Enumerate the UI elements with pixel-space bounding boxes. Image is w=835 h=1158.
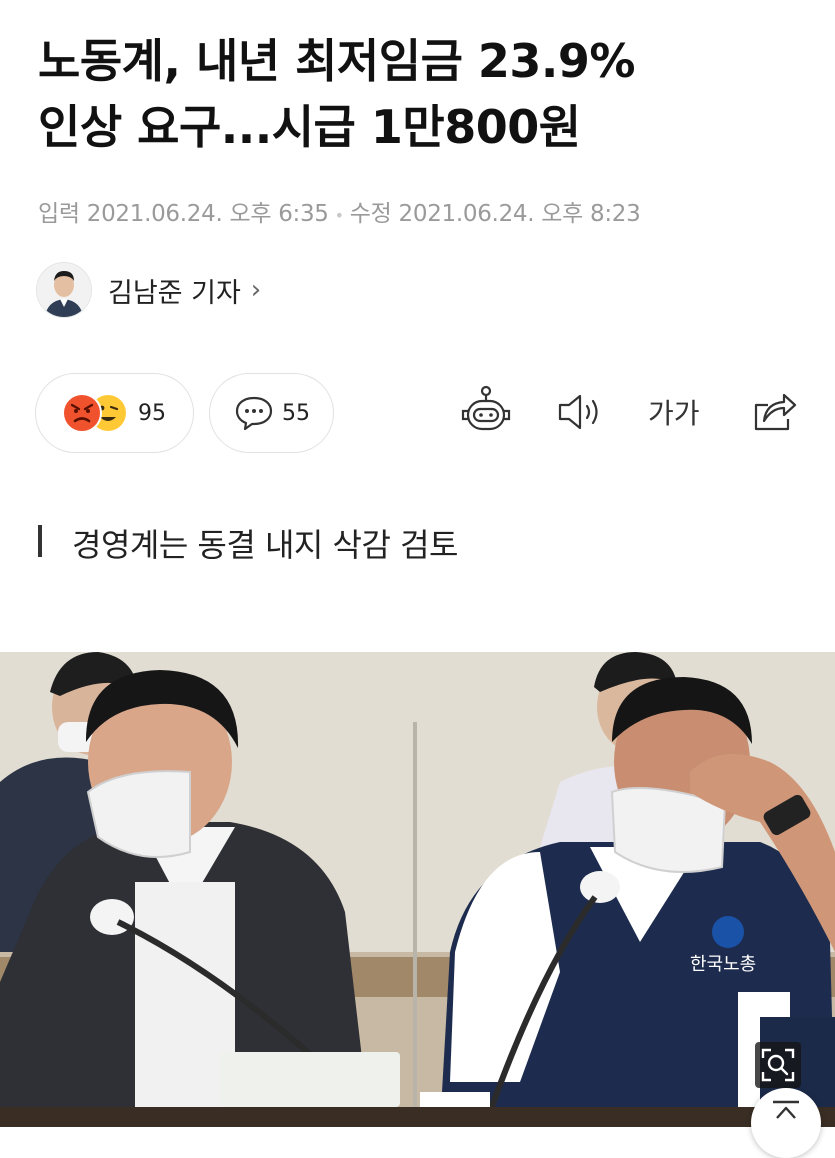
reporter-name[interactable]: 김남준 기자 — [108, 271, 241, 310]
input-time: 2021.06.24. 오후 6:35 — [86, 201, 329, 227]
article-title-line1: 노동계, 내년 최저임금 23.9% — [38, 34, 635, 88]
zoom-button[interactable] — [755, 1042, 801, 1088]
font-size-icon: 가가 — [648, 397, 700, 430]
input-label: 입력 — [38, 201, 80, 227]
robot-icon — [461, 385, 511, 431]
edit-label: 수정 — [349, 201, 392, 227]
vest-logo-text: 한국노총 — [690, 954, 756, 975]
article-subtitle: 경영계는 동결 내지 삭감 검토 — [72, 526, 458, 564]
reaction-count: 95 — [138, 400, 166, 426]
article-photo[interactable]: 한국노총 — [0, 652, 835, 1127]
chevron-right-icon: › — [250, 275, 262, 305]
speaker-icon — [558, 394, 598, 430]
reporter-link[interactable]: 김남준 기자 › — [36, 262, 261, 318]
subtitle-bar — [38, 525, 42, 557]
comment-button[interactable]: 55 — [209, 373, 334, 453]
zoom-icon — [761, 1048, 795, 1082]
avatar-image — [37, 263, 91, 317]
separator-dot: • — [334, 206, 344, 225]
article-title-line2: 인상 요구...시급 1만800원 — [38, 100, 581, 154]
photo-illustration: 한국노총 — [0, 652, 835, 1127]
listen-button[interactable] — [556, 385, 604, 443]
comment-icon — [235, 396, 273, 431]
font-size-button[interactable]: 가가 — [648, 392, 700, 432]
top-arrow-icon — [773, 1100, 799, 1119]
article-title: 노동계, 내년 최저임금 23.9% 인상 요구...시급 1만800원 — [38, 28, 808, 160]
reaction-emojis — [62, 393, 126, 433]
tts-robot-button[interactable] — [458, 385, 514, 443]
share-button[interactable] — [750, 385, 800, 443]
share-icon — [754, 393, 797, 431]
comment-count: 55 — [282, 400, 310, 426]
scroll-top-button[interactable] — [751, 1088, 821, 1158]
angry-emoji-icon — [62, 393, 102, 433]
edit-time: 2021.06.24. 오후 8:23 — [398, 201, 641, 227]
article-timestamps: 입력 2021.06.24. 오후 6:35 • 수정 2021.06.24. 오후… — [38, 194, 641, 228]
reaction-button[interactable]: 95 — [35, 373, 194, 453]
reporter-avatar — [36, 262, 92, 318]
